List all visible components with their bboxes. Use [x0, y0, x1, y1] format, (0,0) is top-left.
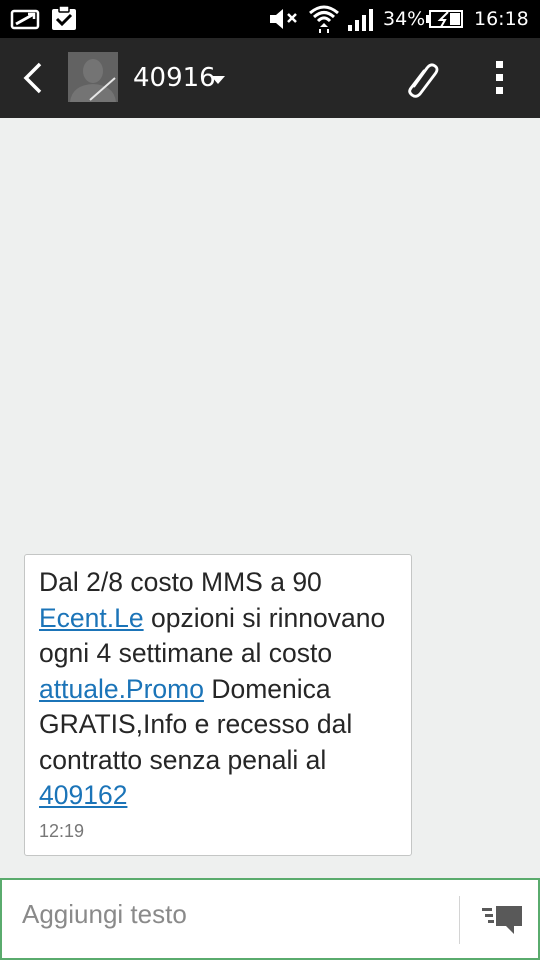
- message-timestamp: 12:19: [39, 821, 85, 841]
- contact-name[interactable]: 40916: [133, 63, 216, 93]
- wifi-icon: [309, 5, 339, 33]
- message-input[interactable]: [22, 894, 442, 934]
- message-text: Dal 2/8 costo MMS a 90 Ecent.Le opzioni …: [39, 565, 405, 814]
- message-link[interactable]: Ecent.Le: [39, 603, 144, 633]
- volume-muted-icon: [270, 9, 297, 29]
- clock: 16:18: [474, 8, 529, 30]
- more-vert-icon[interactable]: [484, 56, 516, 100]
- signal-icon: [348, 9, 373, 31]
- conversation-header: 40916: [0, 38, 540, 118]
- composer: [0, 878, 540, 960]
- screenshot-notification-icon: [10, 9, 40, 30]
- default-contact-icon: [68, 52, 118, 102]
- back-icon[interactable]: [14, 58, 54, 98]
- message-list[interactable]: Dal 2/8 costo MMS a 90 Ecent.Le opzioni …: [0, 118, 540, 878]
- message-text-segment: Dal 2/8 costo MMS a 90: [39, 567, 322, 597]
- task-check-notification-icon: [52, 5, 76, 30]
- status-bar: 34% 16:18: [0, 0, 540, 38]
- message-bubble[interactable]: Dal 2/8 costo MMS a 90 Ecent.Le opzioni …: [24, 554, 412, 856]
- battery-charging-icon: [426, 10, 463, 28]
- message-phone-link[interactable]: 409162: [39, 780, 127, 810]
- composer-divider: [459, 896, 460, 944]
- dropdown-caret-icon[interactable]: [209, 74, 227, 86]
- message-link[interactable]: attuale.Promo: [39, 674, 204, 704]
- battery-percent: 34%: [383, 8, 426, 30]
- paperclip-icon[interactable]: [400, 56, 444, 100]
- send-message-icon[interactable]: [478, 902, 524, 940]
- avatar[interactable]: [68, 52, 118, 102]
